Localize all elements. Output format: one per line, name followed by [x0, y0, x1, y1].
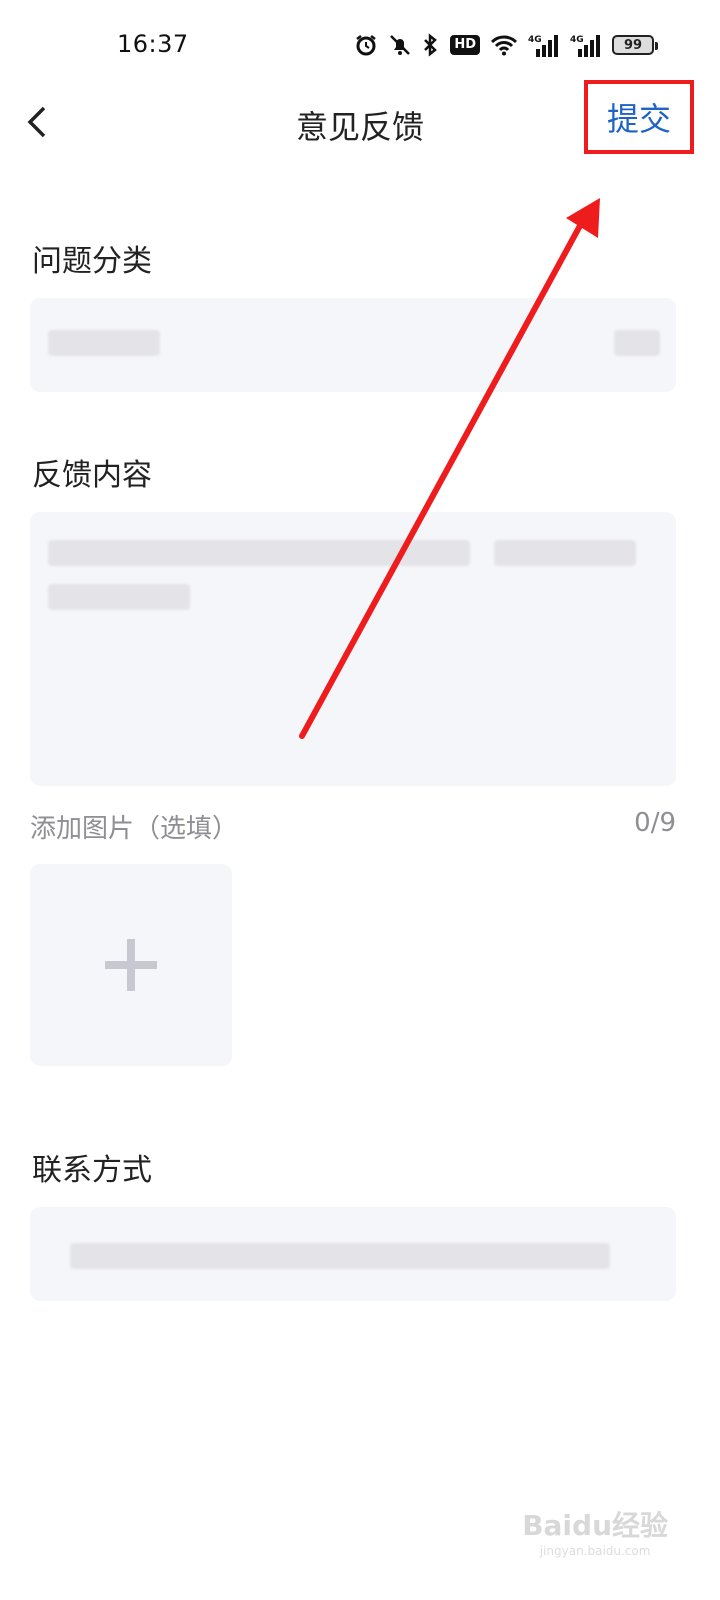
- content-text-redacted: [48, 540, 470, 566]
- contact-label: 联系方式: [32, 1153, 152, 1188]
- add-image-button[interactable]: [30, 864, 232, 1066]
- content-text-redacted: [48, 584, 190, 610]
- chevron-right-icon: [614, 330, 660, 356]
- add-image-label: 添加图片（选填）: [30, 814, 239, 844]
- signal-4g-icon-2: 4G: [570, 33, 602, 57]
- bluetooth-icon: [422, 33, 440, 57]
- plus-icon: [105, 939, 157, 991]
- content-label: 反馈内容: [32, 458, 152, 493]
- status-time: 16:37: [117, 30, 189, 58]
- watermark-sub: jingyan.baidu.com: [539, 1544, 651, 1558]
- contact-value-redacted: [70, 1243, 610, 1269]
- nav-bar: 意见反馈 提交: [0, 80, 720, 160]
- status-icons: HD 4G 4G 99: [354, 30, 658, 60]
- signal-4g-icon: 4G: [528, 33, 560, 57]
- submit-button[interactable]: 提交: [584, 80, 694, 154]
- hd-icon: HD: [450, 35, 480, 55]
- battery-icon: 99: [612, 35, 658, 55]
- battery-level: 99: [623, 37, 643, 53]
- alarm-icon: [354, 33, 378, 57]
- mute-icon: [388, 33, 412, 57]
- category-value-redacted: [48, 330, 160, 356]
- watermark-text: Baidu经验: [522, 1509, 668, 1542]
- contact-input[interactable]: [30, 1207, 676, 1301]
- feedback-content-input[interactable]: [30, 512, 676, 786]
- image-counter: 0/9: [634, 808, 676, 838]
- category-select[interactable]: [30, 298, 676, 392]
- net-label-1: 4G: [528, 35, 542, 45]
- watermark: Baidu经验 jingyan.baidu.com: [522, 1504, 668, 1558]
- category-label: 问题分类: [32, 244, 152, 279]
- content-text-redacted: [494, 540, 636, 566]
- feedback-page: 16:37 HD 4G 4G 99 意见反馈 提交 问题分类 反馈内容 添加图片…: [0, 0, 720, 1600]
- wifi-icon: [490, 34, 518, 56]
- net-label-2: 4G: [570, 35, 584, 45]
- status-bar: 16:37 HD 4G 4G 99: [0, 0, 720, 90]
